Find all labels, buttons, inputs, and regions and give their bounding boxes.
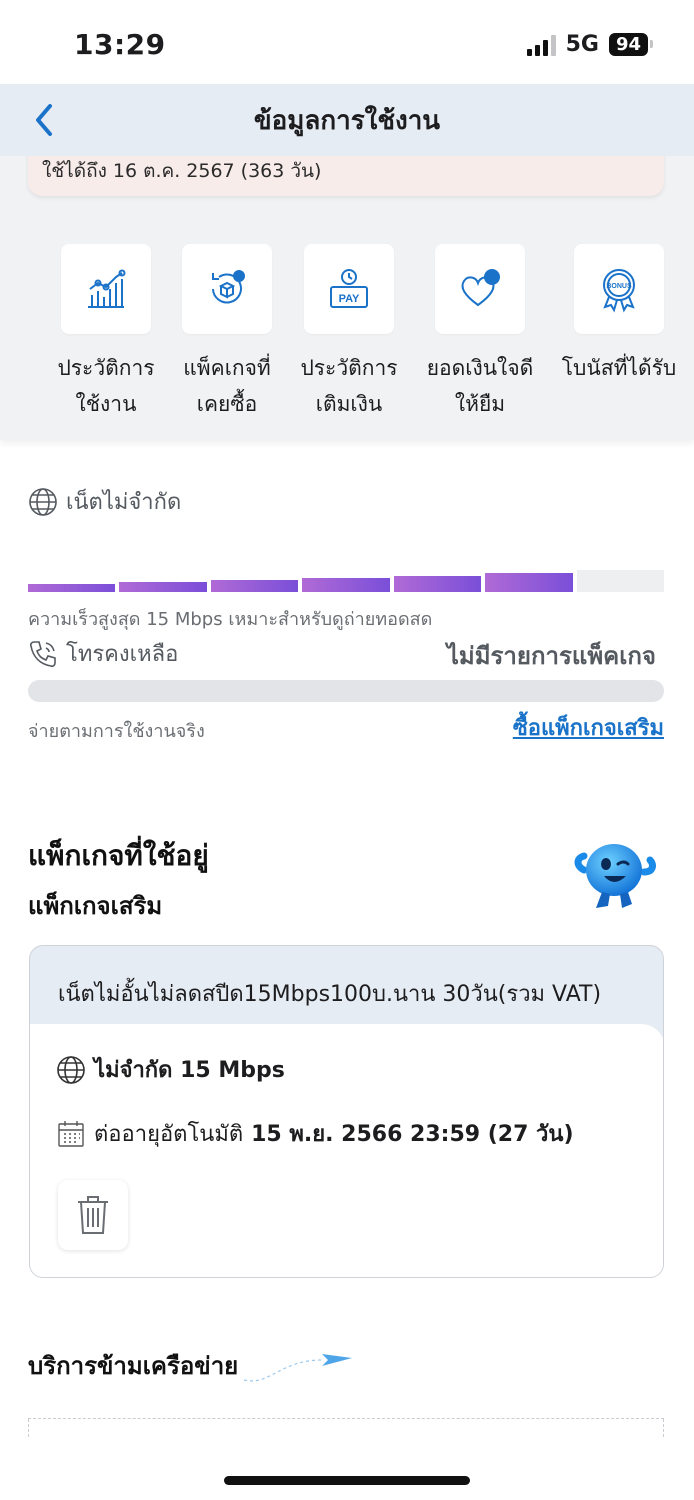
delete-package-button[interactable] [58, 1180, 128, 1250]
calls-status: ไม่มีรายการแพ็คเกจ [446, 642, 656, 670]
bonus-badge-icon: BONUS [603, 269, 635, 313]
status-time: 13:29 [74, 28, 166, 61]
quick-label-line1: ประวัติการ [300, 356, 398, 380]
calls-description: จ่ายตามการใช้งานจริง [28, 721, 205, 742]
globe-icon [29, 487, 57, 516]
svg-text:฿: ฿ [489, 272, 496, 284]
package-details: ไม่จำกัด 15 Mbps ต่ออายุอัตโนมัติ 15 พ.ย… [30, 1024, 663, 1277]
svg-text:PAY: PAY [339, 293, 360, 305]
heart-loan-icon: ฿ [461, 269, 500, 307]
package-speed-text: ไม่จำกัด 15 Mbps [94, 1058, 285, 1083]
renewal-label: ต่ออายุอัตโนมัติ [94, 1122, 244, 1147]
active-package-card: เน็ตไม่อั้นไม่ลดสปีด15Mbps100บ.นาน 30วัน… [29, 945, 664, 1278]
quick-action-topup-history[interactable]: PAY ประวัติการเติมเงิน [284, 244, 414, 422]
summary-section: ใช้ได้ถึง 16 ต.ค. 2567 (363 วัน) ประวัติ… [0, 136, 694, 440]
package-name: เน็ตไม่อั้นไม่ลดสปีด15Mbps100บ.นาน 30วัน… [58, 982, 602, 1007]
usage-segment [576, 570, 664, 592]
back-button[interactable] [30, 100, 60, 140]
renewal-date: 15 พ.ย. 2566 23:59 (27 วัน) [251, 1122, 574, 1147]
usage-chart-icon [88, 269, 126, 308]
expiry-text: ใช้ได้ถึง 16 ต.ค. 2567 (363 วัน) [42, 160, 322, 182]
signal-icon [526, 34, 556, 56]
quick-action-purchased-packages[interactable]: แพ็คเกจที่เคยซื้อ [162, 244, 292, 422]
package-history-icon [212, 270, 245, 304]
active-package-title: แพ็กเกจที่ใช้อยู่ [28, 839, 209, 872]
internet-usage: เน็ตไม่จำกัด ความเร็วสูงสุด 15 Mbps เหมา… [28, 484, 664, 634]
app-header: ข้อมูลการใช้งาน [0, 84, 694, 156]
usage-segment [485, 573, 573, 592]
internet-description: ความเร็วสูงสุด 15 Mbps เหมาะสำหรับดูถ่าย… [28, 609, 433, 630]
quick-action-usage-history[interactable]: ประวัติการใช้งาน [41, 244, 171, 422]
internet-label: เน็ตไม่จำกัด [66, 490, 182, 515]
mascot-image [574, 844, 656, 908]
roaming-title: บริการข้ามเครือข่าย [28, 1352, 239, 1380]
page-title: ข้อมูลการใช้งาน [253, 105, 441, 136]
quick-action-loan-balance[interactable]: ฿ ยอดเงินใจดีให้ยืม [415, 244, 545, 422]
svg-text:BONUS: BONUS [606, 283, 632, 290]
main-content: เน็ตไม่จำกัด ความเร็วสูงสุด 15 Mbps เหมา… [0, 440, 694, 1500]
usage-segment [119, 582, 207, 592]
quick-action-bonus[interactable]: BONUS โบนัสที่ได้รับ [554, 244, 684, 386]
phone-icon [29, 640, 56, 667]
chevron-left-icon [36, 104, 52, 136]
quick-label-line2: ให้ยืม [454, 392, 506, 416]
network-type: 5G [565, 32, 599, 57]
package-speed: ไม่จำกัด 15 Mbps [56, 1052, 285, 1087]
calls-usage-bar [28, 680, 664, 702]
trash-icon [78, 1196, 108, 1234]
addon-package-subtitle: แพ็กเกจเสริม [28, 892, 163, 920]
globe-icon [57, 1055, 85, 1084]
quick-label-line1: ยอดเงินใจดี [426, 356, 534, 380]
calendar-icon [58, 1120, 84, 1147]
quick-label-line2: เคยซื้อ [196, 392, 258, 416]
usage-segment [210, 580, 299, 592]
usage-segment [302, 578, 390, 592]
quick-label-line1: โบนัสที่ได้รับ [561, 356, 677, 380]
status-bar: 13:29 5G 94 [0, 0, 694, 84]
roaming-card [28, 1418, 664, 1442]
battery-icon: 94 [608, 33, 654, 56]
quick-label-line2: เติมเงิน [315, 392, 383, 416]
usage-segment [393, 576, 482, 592]
home-indicator [224, 1476, 470, 1485]
quick-label-line1: ประวัติการ [57, 356, 155, 380]
airplane-icon [243, 1354, 352, 1382]
status-indicators: 5G 94 [526, 32, 654, 57]
calls-label: โทรคงเหลือ [66, 642, 179, 667]
pay-history-icon: PAY [330, 269, 368, 308]
quick-label-line1: แพ็คเกจที่ [183, 356, 271, 380]
internet-usage-bar [28, 570, 664, 592]
usage-segment [28, 584, 116, 592]
buy-addon-link[interactable]: ซื้อแพ็กเกจเสริม [513, 710, 664, 745]
package-renewal: ต่ออายุอัตโนมัติ 15 พ.ย. 2566 23:59 (27 … [56, 1116, 574, 1151]
quick-label-line2: ใช้งาน [75, 392, 137, 416]
